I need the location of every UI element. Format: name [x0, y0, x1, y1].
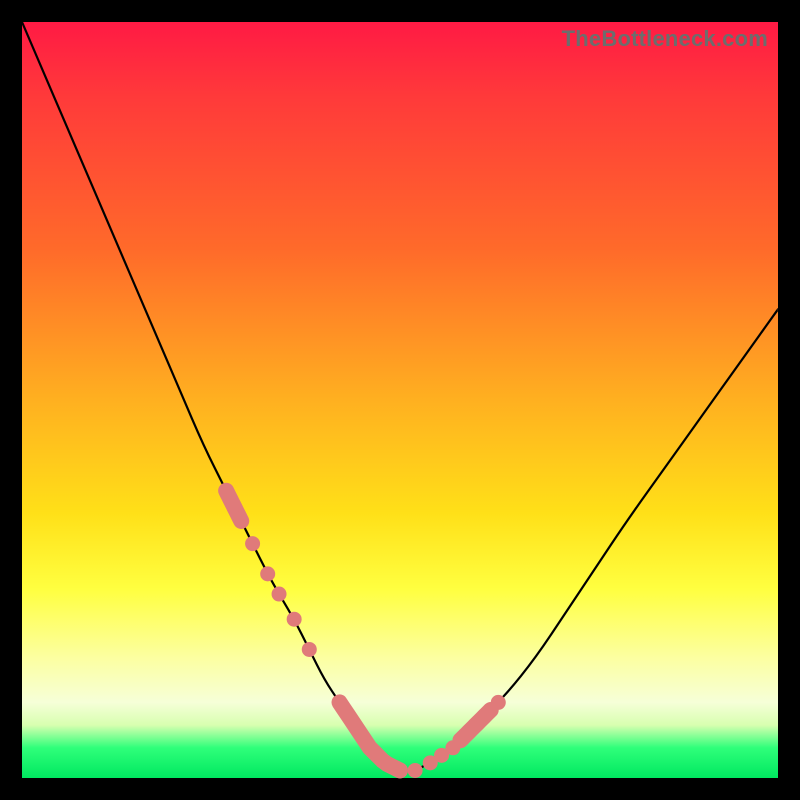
curve-dot — [226, 498, 241, 513]
curve-markers — [226, 491, 506, 778]
curve-dot — [491, 695, 506, 710]
bottleneck-curve — [22, 22, 778, 770]
chart-frame: TheBottleneck.com — [0, 0, 800, 800]
curve-dot — [260, 566, 275, 581]
chart-svg — [22, 22, 778, 778]
curve-dot — [408, 763, 423, 778]
curve-pill — [460, 710, 490, 740]
curve-dot — [272, 587, 287, 602]
curve-dot — [302, 642, 317, 657]
plot-area: TheBottleneck.com — [22, 22, 778, 778]
curve-pill — [340, 702, 400, 770]
curve-dot — [287, 612, 302, 627]
curve-dot — [245, 536, 260, 551]
curve-dot — [445, 740, 460, 755]
